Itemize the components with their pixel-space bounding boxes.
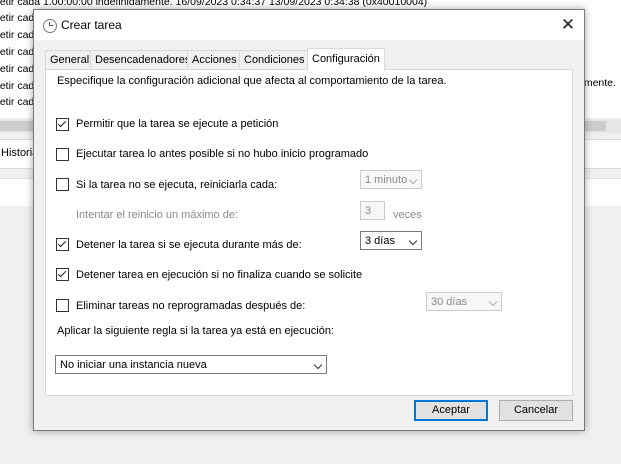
running-rule-value: No iniciar una instancia nueva <box>60 359 207 371</box>
stop-duration-value: 3 días <box>365 235 395 247</box>
delete-after-value: 30 días <box>431 296 468 308</box>
run-asap-checkbox[interactable] <box>56 148 69 161</box>
tab-triggers[interactable]: Desencadenadores <box>90 50 196 69</box>
tab-conditions[interactable]: Condiciones <box>239 50 310 69</box>
restart-attempts-input[interactable]: 3 <box>360 201 385 220</box>
restart-on-fail-label[interactable]: Si la tarea no se ejecuta, reiniciarla c… <box>76 179 277 191</box>
chevron-down-icon <box>408 236 418 246</box>
task-scheduler-icon <box>43 19 57 33</box>
restart-attempts-unit: veces <box>393 209 422 221</box>
cancel-button[interactable]: Cancelar <box>499 400 573 421</box>
settings-panel: Especifique la configuración adicional q… <box>45 69 573 396</box>
list-item[interactable]: petir cad <box>0 61 34 78</box>
create-task-dialog: Crear tarea ✕ General Desencadenadores A… <box>33 9 585 431</box>
list-item[interactable]: petir cad <box>0 94 34 111</box>
chevron-down-icon <box>313 360 323 370</box>
stop-if-longer-label[interactable]: Detener la tarea si se ejecuta durante m… <box>76 239 302 251</box>
restart-interval-select[interactable]: 1 minuto <box>360 170 422 189</box>
list-item[interactable]: petir cad <box>0 44 34 61</box>
running-rule-select[interactable]: No iniciar una instancia nueva <box>55 355 327 374</box>
force-stop-label[interactable]: Detener tarea en ejecución si no finaliz… <box>76 269 362 281</box>
stop-if-longer-checkbox[interactable] <box>56 238 69 251</box>
allow-on-demand-checkbox[interactable] <box>56 118 69 131</box>
running-rule-label: Aplicar la siguiente regla si la tarea y… <box>57 325 334 337</box>
force-stop-checkbox[interactable] <box>56 268 69 281</box>
delete-expired-label[interactable]: Eliminar tareas no reprogramadas después… <box>76 300 305 312</box>
list-item[interactable]: petir cad <box>0 27 34 44</box>
delete-expired-checkbox[interactable] <box>56 299 69 312</box>
tab-general[interactable]: General <box>45 50 95 69</box>
stop-duration-select[interactable]: 3 días <box>360 231 422 250</box>
chevron-down-icon <box>408 175 418 185</box>
delete-after-select[interactable]: 30 días <box>426 292 502 311</box>
chevron-down-icon <box>488 297 498 307</box>
list-item[interactable]: petir cad <box>0 78 34 95</box>
settings-description: Especifique la configuración adicional q… <box>57 75 447 87</box>
allow-on-demand-label[interactable]: Permitir que la tarea se ejecute a petic… <box>76 118 278 130</box>
restart-interval-value: 1 minuto <box>365 174 408 186</box>
tab-settings[interactable]: Configuración <box>307 48 385 71</box>
restart-on-fail-checkbox[interactable] <box>56 178 69 191</box>
tab-actions[interactable]: Acciones <box>187 50 242 69</box>
dialog-titlebar[interactable]: Crear tarea ✕ <box>34 10 584 40</box>
run-asap-label[interactable]: Ejecutar tarea lo antes posible si no hu… <box>76 148 368 160</box>
accept-button[interactable]: Aceptar <box>414 400 488 421</box>
restart-attempts-label: Intentar el reinicio un máximo de: <box>76 209 239 221</box>
close-button[interactable]: ✕ <box>556 13 580 37</box>
dialog-title: Crear tarea <box>61 18 122 32</box>
list-item[interactable]: petir cad <box>0 10 34 27</box>
